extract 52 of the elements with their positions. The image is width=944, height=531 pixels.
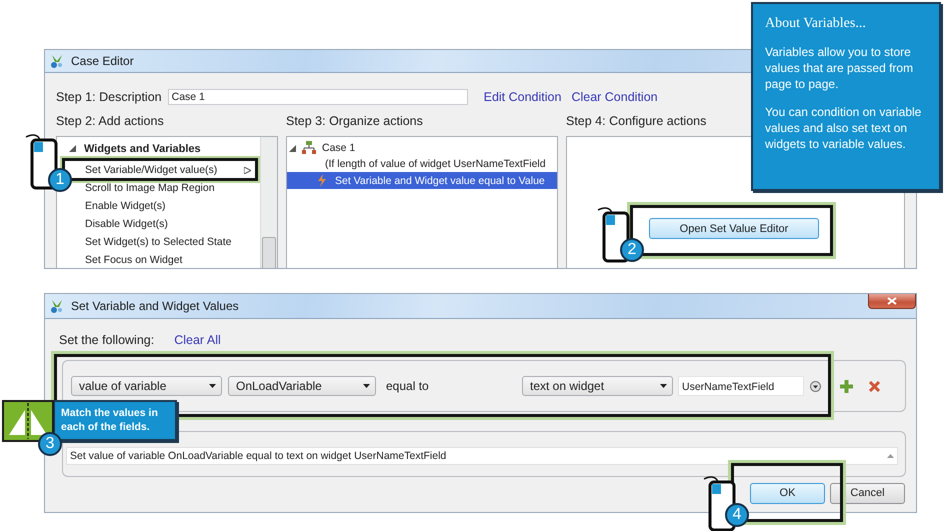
action-item[interactable]: Enable Widget(s) [85, 198, 251, 214]
callout-text: You can condition on variable values and also set text on widgets to variable values. [765, 104, 922, 152]
app-icon [49, 53, 65, 69]
window-title: Case Editor [71, 54, 134, 68]
condition-text: (If length of value of widget UserNameTextField [325, 158, 546, 170]
action-item[interactable]: Set Focus on Widget [85, 252, 251, 268]
dialog-button[interactable]: OK [750, 482, 825, 504]
add-icon[interactable] [840, 380, 853, 392]
lightning-icon [317, 174, 327, 187]
action-item[interactable]: Scroll to Image Map Region [85, 180, 251, 196]
action-item[interactable]: Set Variable/Widget value(s) [85, 162, 251, 178]
caret-icon [69, 145, 76, 152]
variable-dropdown[interactable]: OnLoadVariable [228, 376, 376, 396]
step-label: Step 1: Description [56, 90, 162, 104]
tree-icon [302, 141, 316, 155]
case-label[interactable]: Case 1 [322, 142, 356, 154]
caret-icon [660, 384, 667, 388]
action-item[interactable]: Disable Widget(s) [85, 216, 251, 232]
window-title: Set Variable and Widget Values [71, 299, 239, 313]
tree-group-label[interactable]: Widgets and Variables [84, 142, 201, 154]
open-editor-button[interactable]: Open Set Value Editor [649, 218, 819, 239]
action-row[interactable]: Set Variable and Widget value equal to Value [287, 172, 557, 189]
clear-all-link[interactable]: Clear All [174, 333, 221, 347]
caret-icon [209, 384, 216, 388]
scrollbar[interactable] [260, 137, 277, 268]
condition-link[interactable]: Edit Condition [484, 90, 562, 104]
condition-link[interactable]: Clear Condition [571, 90, 658, 104]
type-dropdown[interactable]: value of variable [71, 376, 222, 396]
app-icon [49, 298, 65, 314]
caret-icon [244, 166, 251, 174]
summary-field[interactable]: Set value of variable OnLoadVariable equal to text on widget UserNameTextField [66, 447, 898, 465]
delete-icon[interactable] [869, 380, 880, 392]
step-label: Step 2: Add actions [56, 114, 164, 130]
action-item[interactable]: Set Widget(s) to Selected State [85, 234, 251, 250]
close-icon [887, 297, 897, 305]
operator-text: equal to [386, 379, 430, 393]
dialog-button[interactable]: Cancel [830, 482, 905, 504]
mouse-icon [596, 207, 630, 263]
description-field[interactable]: Case 1 [168, 89, 468, 105]
dropdown-icon[interactable] [810, 380, 821, 392]
scroll-up-icon[interactable] [887, 454, 894, 458]
step-label: Step 3: Organize actions [286, 114, 423, 130]
callout-title: About Variables... [765, 16, 867, 32]
type-dropdown[interactable]: text on widget [522, 376, 673, 396]
widget-field[interactable]: UserNameTextField [678, 376, 804, 396]
step-label: Step 4: Configure actions [566, 114, 706, 130]
caret-icon [363, 384, 370, 388]
close-button[interactable] [868, 294, 916, 309]
callout-text: Match the values in each of the fields. [61, 406, 159, 434]
callout-text: Variables allow you to store values that are passed from page to page. [765, 44, 914, 92]
set-label: Set the following: [59, 333, 154, 347]
caret-icon [289, 144, 296, 152]
